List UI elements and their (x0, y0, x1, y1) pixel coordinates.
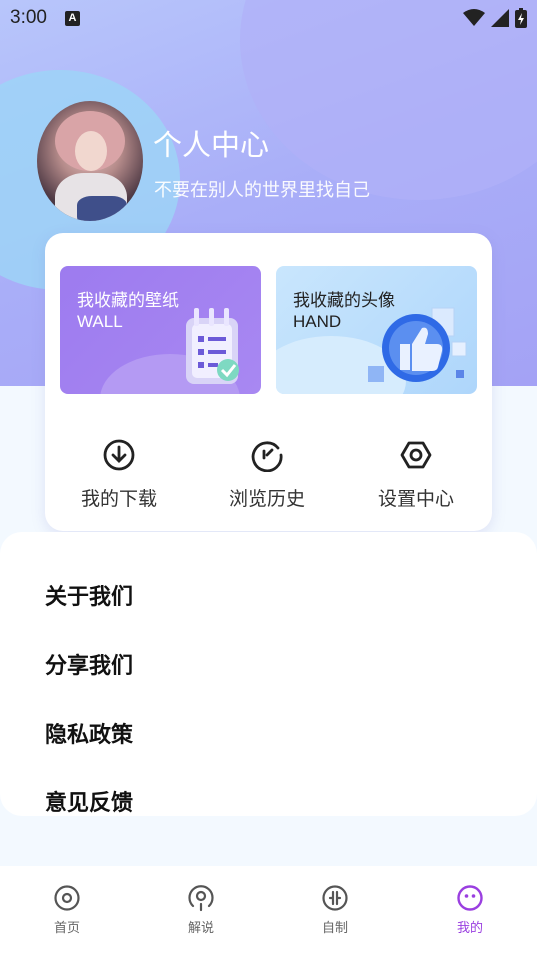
menu-item-feedback[interactable]: 意见反馈 (45, 785, 133, 817)
notepad-icon (186, 308, 239, 384)
tab-label: 自制 (321, 921, 348, 936)
thumbs-up-icon (368, 307, 467, 382)
bottom-tab-bar: 首页 解说 自制 我的 (0, 866, 537, 956)
status-bar: 3:00 A (0, 0, 537, 36)
status-time: 3:00 (10, 7, 47, 28)
tab-label: 解说 (187, 921, 214, 936)
tile-title: 我收藏的壁纸 (77, 291, 179, 311)
my-downloads-button[interactable]: 我的下载 (54, 438, 184, 511)
menu-item-share[interactable]: 分享我们 (45, 648, 133, 680)
menu-item-privacy[interactable]: 隐私政策 (45, 717, 133, 749)
tab-profile[interactable]: 我的 (430, 884, 510, 936)
wifi-icon (463, 9, 485, 26)
collections-card: 我收藏的壁纸 WALL 我收藏的头像 HAND 我的下载 浏览历史 设置中心 (45, 233, 492, 531)
avatar-collection-tile[interactable]: 我收藏的头像 HAND (276, 266, 477, 394)
history-icon (251, 441, 283, 472)
status-icons (463, 8, 527, 28)
action-label: 我的下载 (80, 488, 157, 510)
profile-subtitle: 不要在别人的世界里找自己 (154, 180, 370, 201)
profile-icon (457, 885, 483, 911)
action-label: 设置中心 (377, 488, 454, 510)
tile-subtitle: HAND (293, 312, 342, 331)
custom-icon (322, 885, 348, 911)
home-icon (54, 885, 80, 911)
page-title: 个人中心 (153, 128, 270, 162)
tab-custom[interactable]: 自制 (295, 884, 375, 936)
battery-icon (515, 8, 527, 28)
signal-icon (491, 9, 509, 27)
tab-explain[interactable]: 解说 (161, 884, 241, 936)
tab-home[interactable]: 首页 (27, 884, 107, 936)
tab-label: 我的 (456, 921, 483, 936)
action-label: 浏览历史 (228, 488, 305, 510)
tile-subtitle: WALL (77, 312, 123, 331)
avatar[interactable] (37, 101, 143, 221)
settings-icon (400, 441, 432, 469)
menu-item-about[interactable]: 关于我们 (45, 579, 133, 611)
explain-icon (188, 885, 214, 912)
settings-menu: 关于我们 分享我们 隐私政策 意见反馈 (0, 532, 537, 816)
settings-center-button[interactable]: 设置中心 (351, 438, 481, 511)
download-icon (103, 439, 135, 471)
tab-label: 首页 (53, 921, 80, 936)
quick-actions: 我的下载 浏览历史 设置中心 (45, 438, 492, 528)
browse-history-button[interactable]: 浏览历史 (202, 438, 332, 511)
notification-badge: A (64, 10, 80, 26)
wallpaper-collection-tile[interactable]: 我收藏的壁纸 WALL (60, 266, 261, 394)
